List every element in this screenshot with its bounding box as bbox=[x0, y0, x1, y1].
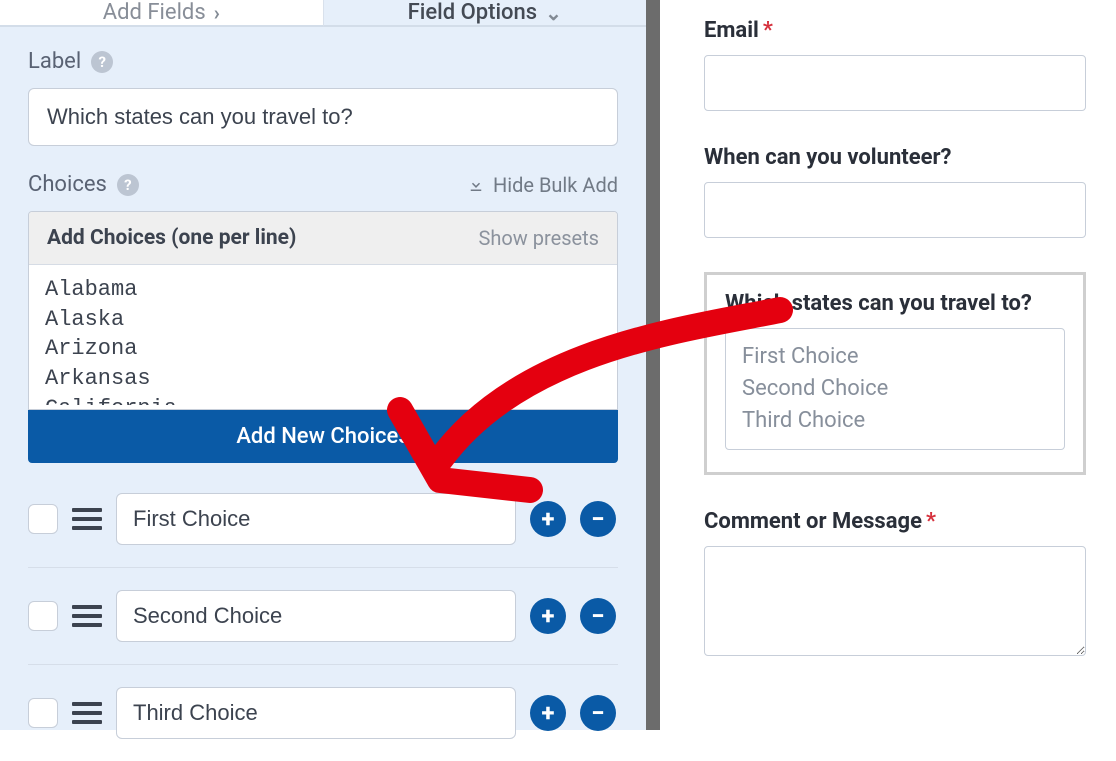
add-new-choices-button[interactable]: Add New Choices bbox=[28, 410, 618, 463]
choice-rows: + − + − + − bbox=[28, 471, 618, 761]
add-choice-button[interactable]: + bbox=[530, 695, 566, 731]
chevron-right-icon: › bbox=[214, 1, 220, 25]
preview-label-states: Which states can you travel to? bbox=[725, 291, 1065, 316]
preview-multiselect-states[interactable]: First Choice Second Choice Third Choice bbox=[725, 328, 1065, 450]
panel-tabs: Add Fields › Field Options ⌄ bbox=[0, 0, 646, 27]
field-options-panel: Add Fields › Field Options ⌄ Label ? Cho… bbox=[0, 0, 660, 730]
preview-textarea-comment[interactable] bbox=[704, 546, 1086, 656]
remove-choice-button[interactable]: − bbox=[580, 598, 616, 634]
choice-value-input[interactable] bbox=[116, 493, 516, 545]
preview-option: Third Choice bbox=[742, 405, 1048, 437]
hide-bulk-add-label: Hide Bulk Add bbox=[493, 173, 618, 197]
preview-label-email: Email* bbox=[704, 18, 1086, 43]
tab-add-fields-label: Add Fields bbox=[103, 0, 206, 25]
choice-row: + − bbox=[28, 665, 618, 761]
remove-choice-button[interactable]: − bbox=[580, 501, 616, 537]
drag-handle-icon[interactable] bbox=[72, 702, 102, 724]
chevron-down-icon: ⌄ bbox=[545, 1, 562, 25]
preview-input-volunteer[interactable] bbox=[704, 182, 1086, 238]
tab-add-fields[interactable]: Add Fields › bbox=[0, 0, 324, 27]
choice-row: + − bbox=[28, 471, 618, 568]
preview-option: First Choice bbox=[742, 341, 1048, 373]
bulk-add-box: Add Choices (one per line) Show presets bbox=[28, 211, 618, 410]
choices-section-title: Choices bbox=[28, 172, 107, 197]
bulk-add-textarea[interactable] bbox=[29, 265, 617, 405]
help-icon[interactable]: ? bbox=[91, 51, 113, 73]
preview-label-comment: Comment or Message* bbox=[704, 509, 1086, 534]
tab-field-options[interactable]: Field Options ⌄ bbox=[324, 0, 647, 27]
default-checkbox[interactable] bbox=[28, 504, 58, 534]
tab-field-options-label: Field Options bbox=[408, 0, 538, 25]
choice-row: + − bbox=[28, 568, 618, 665]
field-label-input[interactable] bbox=[28, 88, 618, 146]
remove-choice-button[interactable]: − bbox=[580, 695, 616, 731]
choice-value-input[interactable] bbox=[116, 687, 516, 739]
show-presets-link[interactable]: Show presets bbox=[478, 226, 599, 250]
add-choice-button[interactable]: + bbox=[530, 598, 566, 634]
preview-option: Second Choice bbox=[742, 373, 1048, 405]
required-asterisk: * bbox=[763, 18, 773, 43]
bulk-add-heading: Add Choices (one per line) bbox=[47, 226, 296, 250]
form-preview-panel: Email* When can you volunteer? Which sta… bbox=[660, 0, 1116, 730]
hide-bulk-add-link[interactable]: Hide Bulk Add bbox=[467, 173, 618, 197]
preview-input-email[interactable] bbox=[704, 55, 1086, 111]
drag-handle-icon[interactable] bbox=[72, 508, 102, 530]
default-checkbox[interactable] bbox=[28, 698, 58, 728]
required-asterisk: * bbox=[926, 509, 936, 534]
drag-handle-icon[interactable] bbox=[72, 605, 102, 627]
preview-selected-field[interactable]: Which states can you travel to? First Ch… bbox=[704, 272, 1086, 475]
choice-value-input[interactable] bbox=[116, 590, 516, 642]
label-section-title: Label bbox=[28, 49, 81, 74]
help-icon[interactable]: ? bbox=[117, 174, 139, 196]
download-icon bbox=[467, 176, 485, 194]
preview-label-volunteer: When can you volunteer? bbox=[704, 145, 1086, 170]
default-checkbox[interactable] bbox=[28, 601, 58, 631]
add-choice-button[interactable]: + bbox=[530, 501, 566, 537]
